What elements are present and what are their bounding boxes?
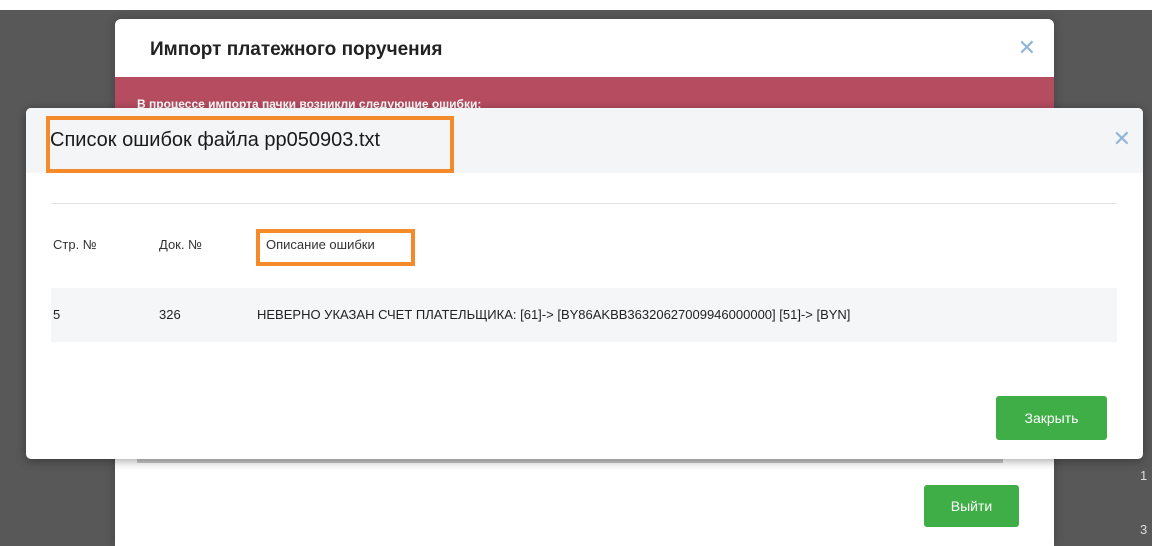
divider — [51, 203, 1117, 204]
close-icon[interactable]: ✕ — [1018, 35, 1036, 61]
background-row-number: 3 — [1140, 522, 1148, 537]
cell-error-description: НЕВЕРНО УКАЗАН СЧЕТ ПЛАТЕЛЬЩИКА: [61]-> … — [257, 307, 851, 322]
close-icon[interactable]: ✕ — [1113, 126, 1131, 152]
column-header-line: Стр. № — [53, 237, 97, 252]
close-button[interactable]: Закрыть — [996, 396, 1107, 440]
background-row-number: 1 — [1140, 468, 1148, 483]
table-row: 5 326 НЕВЕРНО УКАЗАН СЧЕТ ПЛАТЕЛЬЩИКА: [… — [51, 288, 1117, 342]
cell-line-number: 5 — [53, 307, 61, 322]
cell-doc-number: 326 — [159, 307, 181, 322]
import-dialog-title: Импорт платежного поручения — [150, 39, 443, 60]
error-list-header: Список ошибок файла pp050903.txt ✕ — [26, 108, 1143, 173]
title-highlight-box — [46, 116, 454, 173]
column-header-doc: Док. № — [159, 237, 203, 252]
error-list-dialog: Список ошибок файла pp050903.txt ✕ Стр. … — [26, 108, 1143, 459]
column-highlight-box — [256, 229, 415, 266]
exit-button[interactable]: Выйти — [924, 485, 1019, 527]
